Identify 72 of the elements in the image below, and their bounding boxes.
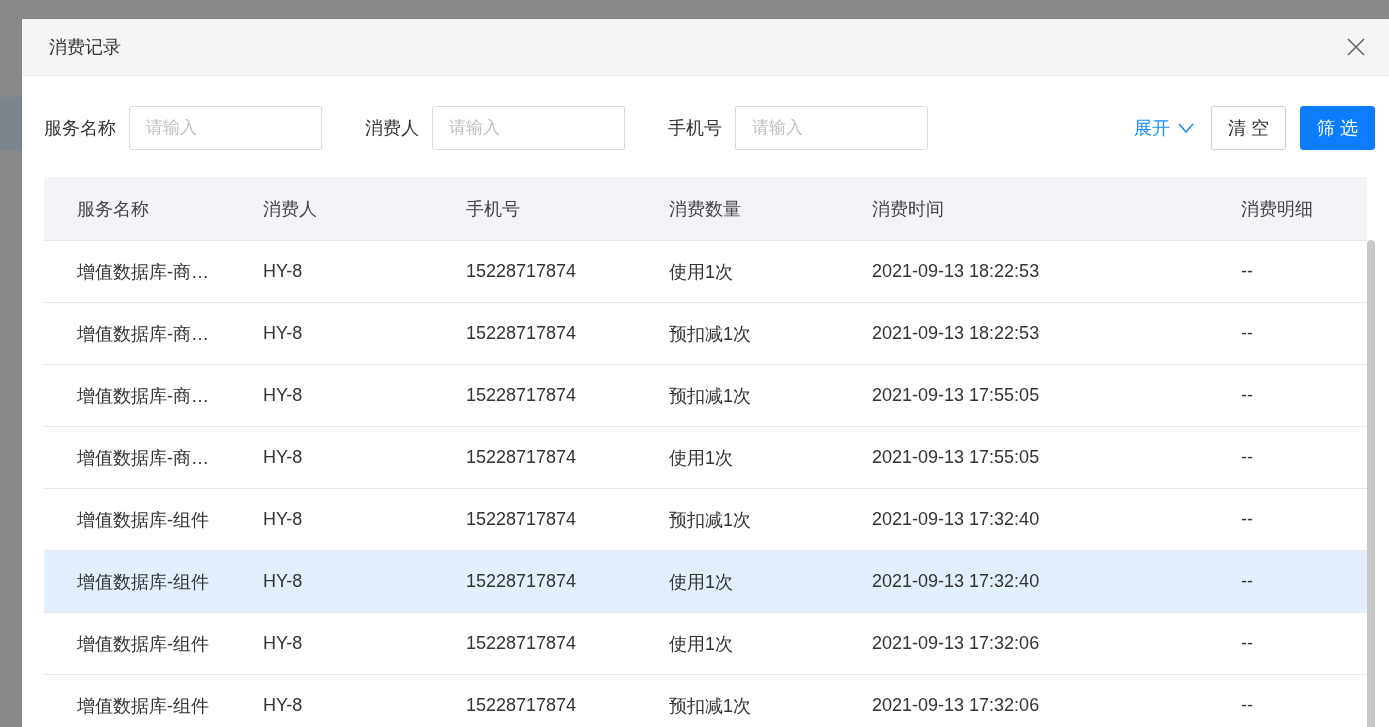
table-cell-text: 15228717874 — [465, 447, 578, 468]
table-cell-text: 增值数据库-组件 — [76, 694, 210, 718]
table-cell-text: 15228717874 — [465, 695, 578, 716]
table-cell-text: 增值数据库-商… — [76, 446, 210, 470]
table-row[interactable]: 增值数据库-商… HY-8 15228717874 使用1次 2021-09-13 18:22:53 -- — [44, 241, 1367, 303]
table-cell-text: HY-8 — [262, 385, 304, 406]
table-row[interactable]: 增值数据库-组件 HY-8 15228717874 使用1次 2021-09-13 17:32:06 -- — [44, 613, 1367, 675]
table-cell-text: HY-8 — [262, 261, 304, 282]
table-cell-text: -- — [1240, 323, 1254, 344]
table-cell-text: 2021-09-13 17:32:40 — [871, 571, 1041, 592]
table-cell-text: HY-8 — [262, 323, 304, 344]
table-cell-text: 15228717874 — [465, 261, 578, 282]
input-field[interactable]: 请输入 — [432, 106, 625, 150]
table-cell-text: HY-8 — [262, 571, 304, 592]
filter-label: 手机号 — [668, 117, 722, 140]
table-cell-text: 2021-09-13 17:55:05 — [871, 447, 1041, 468]
table-cell-text: 预扣减1次 — [668, 384, 752, 408]
filter-button[interactable]: 清 空 — [1210, 106, 1286, 150]
table-row[interactable]: 增值数据库-商… HY-8 15228717874 使用1次 2021-09-13 17:55:05 -- — [44, 427, 1367, 489]
table-cell-text: -- — [1240, 571, 1254, 592]
table-cell-text: 预扣减1次 — [668, 508, 752, 532]
table-cell-text: 2021-09-13 17:32:40 — [871, 509, 1041, 530]
input-field[interactable]: 请输入 — [735, 106, 928, 150]
input-field[interactable]: 请输入 — [129, 106, 322, 150]
table-cell-text: 使用1次 — [668, 446, 734, 470]
column-header: 消费人 — [262, 197, 318, 221]
dialog-title: 消费记录 — [49, 36, 121, 59]
table-cell-text: 使用1次 — [668, 570, 734, 594]
close-icon[interactable] — [1347, 38, 1365, 56]
table-cell-text: 2021-09-13 18:22:53 — [871, 261, 1041, 282]
table-row[interactable]: 增值数据库-商… HY-8 15228717874 预扣减1次 2021-09-13 18:22:53 -- — [44, 303, 1367, 365]
table-cell-text: 2021-09-13 17:55:05 — [871, 385, 1041, 406]
table-cell-text: 15228717874 — [465, 633, 578, 654]
table-cell-text: -- — [1240, 509, 1254, 530]
table-cell-text: 15228717874 — [465, 509, 578, 530]
table-cell-text: 15228717874 — [465, 571, 578, 592]
table-cell-text: 15228717874 — [465, 323, 578, 344]
filter-label: 服务名称 — [44, 117, 116, 140]
table-cell-text: 增值数据库-商… — [76, 260, 210, 284]
filter-button[interactable]: 筛 选 — [1300, 106, 1375, 150]
table-cell-text: -- — [1240, 261, 1254, 282]
table-cell-text: 增值数据库-组件 — [76, 508, 210, 532]
table-cell-text: -- — [1240, 633, 1254, 654]
table-cell-text: -- — [1240, 385, 1254, 406]
chevron-down-icon — [1177, 123, 1194, 133]
column-header: 消费数量 — [668, 197, 742, 221]
column-header: 消费时间 — [871, 197, 945, 221]
table-cell-text: 15228717874 — [465, 385, 578, 406]
table-cell-text: 增值数据库-商… — [76, 384, 210, 408]
table-row[interactable]: 增值数据库-组件 HY-8 15228717874 使用1次 2021-09-13 17:32:40 -- — [44, 551, 1367, 613]
table-cell-text: 增值数据库-商… — [76, 322, 210, 346]
column-header: 消费明细 — [1240, 197, 1314, 221]
table-cell-text: 增值数据库-组件 — [76, 632, 210, 656]
table-cell-text: 2021-09-13 17:32:06 — [871, 633, 1041, 654]
column-header: 服务名称 — [76, 197, 150, 221]
table-cell-text: 预扣减1次 — [668, 694, 752, 718]
table-cell-text: HY-8 — [262, 633, 304, 654]
table-cell-text: 使用1次 — [668, 260, 734, 284]
table-cell-text: 使用1次 — [668, 632, 734, 656]
table-cell-text: HY-8 — [262, 695, 304, 716]
table-cell-text: HY-8 — [262, 509, 304, 530]
filter-label: 消费人 — [365, 117, 419, 140]
table-cell-text: 2021-09-13 17:32:06 — [871, 695, 1041, 716]
column-header: 手机号 — [465, 197, 521, 221]
scrollbar[interactable] — [1367, 240, 1375, 727]
table-cell-text: 增值数据库-组件 — [76, 570, 210, 594]
table-row[interactable]: 增值数据库-商… HY-8 15228717874 预扣减1次 2021-09-13 17:55:05 -- — [44, 365, 1367, 427]
table-cell-text: -- — [1240, 447, 1254, 468]
table-cell-text: -- — [1240, 695, 1254, 716]
table-cell-text: 2021-09-13 18:22:53 — [871, 323, 1041, 344]
table-cell-text: HY-8 — [262, 447, 304, 468]
table-cell-text: 预扣减1次 — [668, 322, 752, 346]
